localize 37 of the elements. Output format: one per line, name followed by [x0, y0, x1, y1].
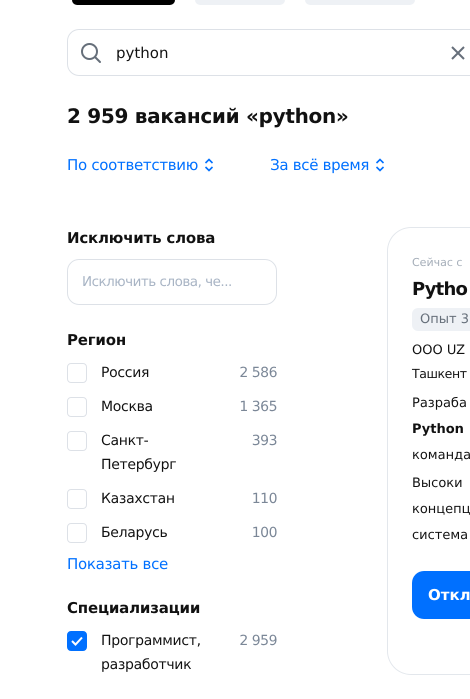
filter-count: 2 586 — [239, 364, 277, 383]
experience-tag: Опыт 3 — [412, 308, 470, 331]
filter-label[interactable]: Казахстан — [101, 487, 219, 511]
sort-dropdown[interactable]: За всё время — [270, 156, 386, 174]
filter-label[interactable]: Санкт-Петербург — [101, 429, 219, 477]
description-text: Разраба Python команда — [412, 395, 470, 465]
checkmark-icon — [71, 636, 83, 646]
section-title: Специализации — [67, 599, 202, 617]
tab[interactable] — [72, 0, 175, 5]
company-name: ООО UZ — [412, 343, 466, 358]
exclude-words-field[interactable]: Исключить слова, че... — [67, 259, 277, 305]
card-caption: Сейчас с — [412, 256, 464, 269]
filter-count: 1 365 — [239, 398, 277, 417]
search-input[interactable]: python — [114, 42, 438, 62]
filter-count: 393 — [252, 432, 277, 451]
section-title: Исключить слова — [67, 229, 216, 247]
filter-label[interactable]: Беларусь — [101, 521, 219, 545]
filter-count: 110 — [252, 490, 277, 509]
vacancy-title: Pytho — [412, 279, 468, 300]
search-icon — [80, 42, 102, 64]
show-all-link[interactable]: Показать все — [67, 555, 168, 573]
close-icon[interactable] — [450, 44, 466, 60]
description-text: Высоки концепц система — [412, 475, 470, 545]
checkbox[interactable] — [67, 631, 87, 651]
filter-label[interactable]: Программист, разработчик — [101, 629, 219, 677]
results-heading: 2 959 вакансий «python» — [67, 104, 350, 128]
chevron-updown-icon — [204, 157, 214, 173]
respond-button[interactable]: Откл — [412, 571, 470, 619]
filter-count: 2 959 — [239, 632, 277, 651]
city-text: Ташкент — [412, 366, 468, 381]
search-field[interactable]: python — [67, 29, 470, 76]
filter-count: 100 — [252, 524, 277, 543]
filter-label[interactable]: Россия — [101, 361, 219, 385]
sort-dropdown[interactable]: По соответствию — [67, 156, 214, 174]
chevron-updown-icon — [375, 157, 386, 173]
filter-label[interactable]: Москва — [101, 395, 219, 419]
section-title: Регион — [67, 331, 127, 349]
